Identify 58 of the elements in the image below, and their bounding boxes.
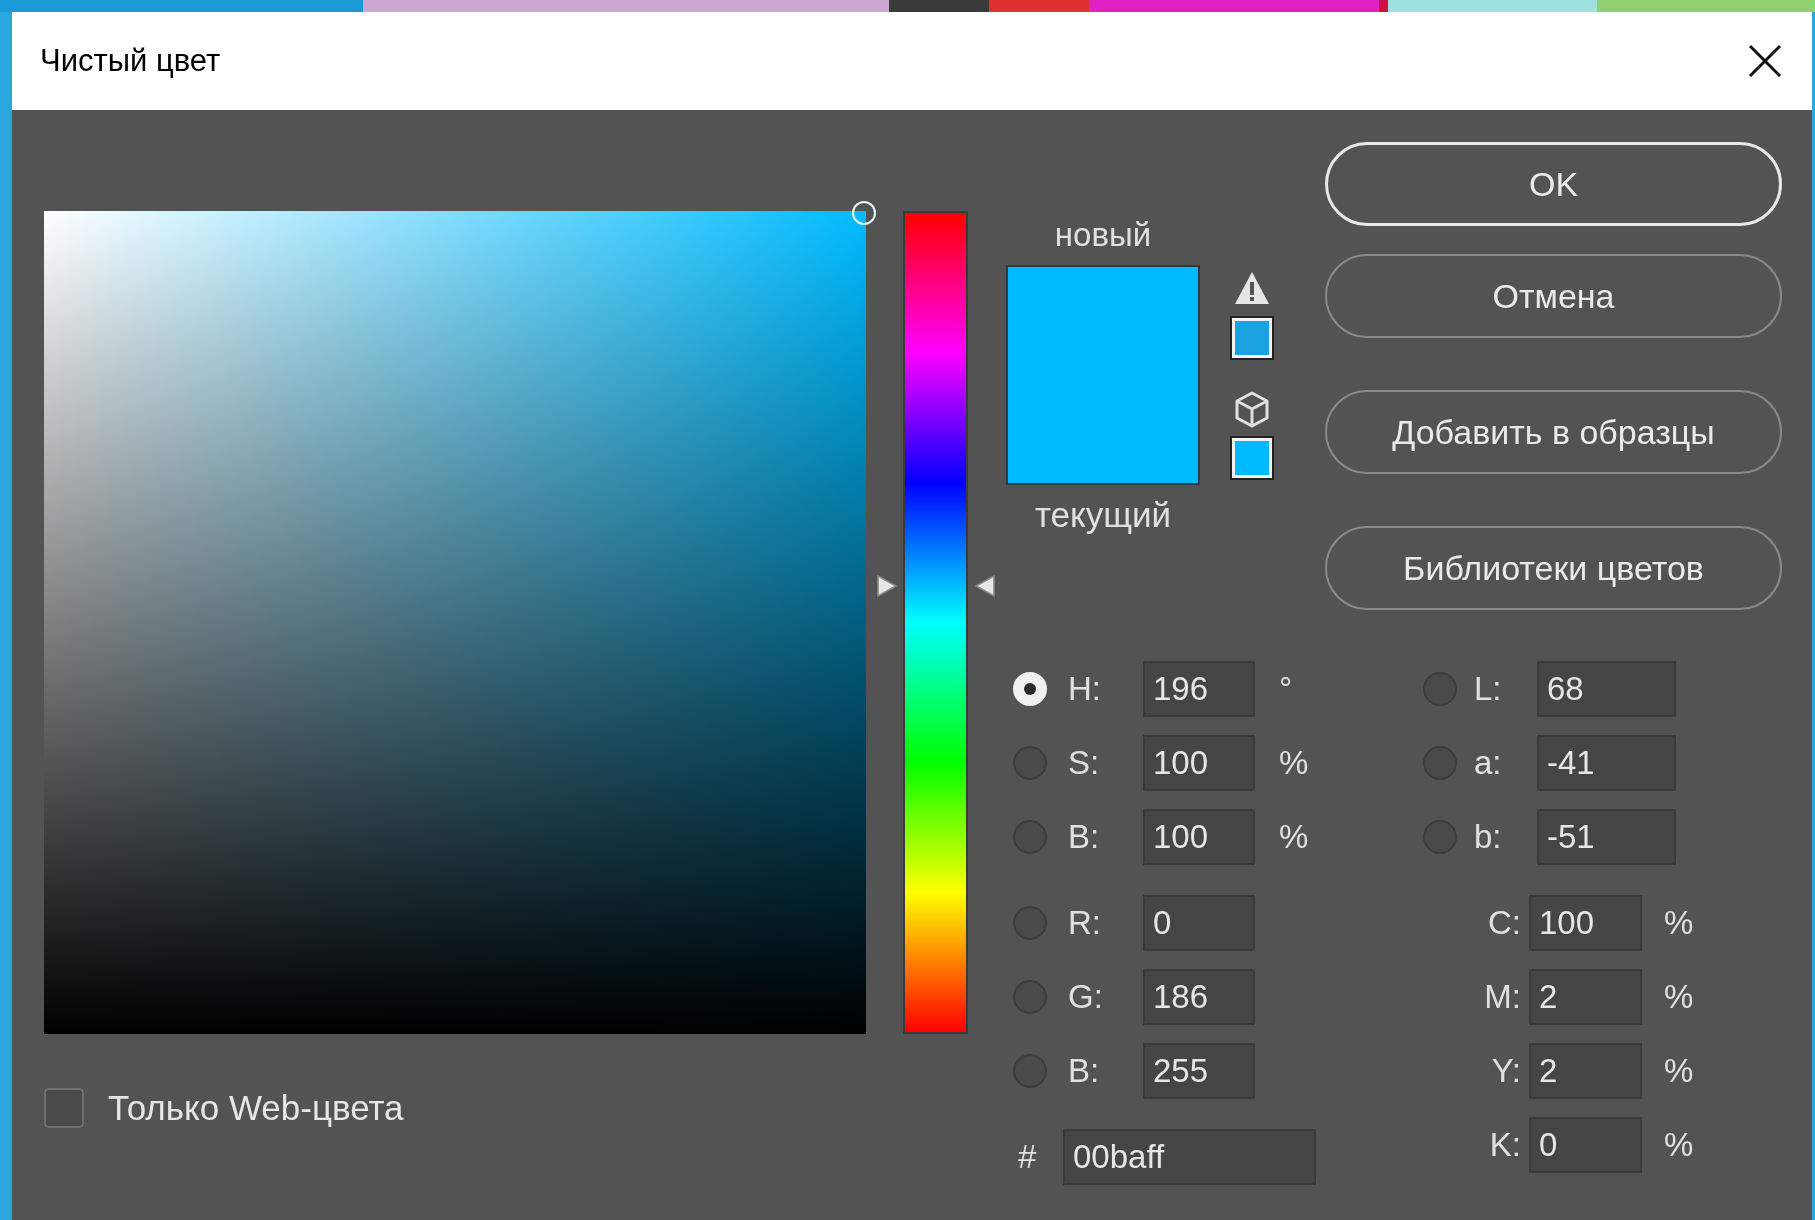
number-field[interactable]: 2 [1529, 1043, 1642, 1099]
dialog-button[interactable]: Библиотеки цветов [1325, 526, 1782, 610]
field-label: R: [1067, 903, 1102, 944]
number-field[interactable]: 00baff [1063, 1129, 1316, 1185]
number-field[interactable]: 0 [1143, 895, 1255, 951]
gamut-swatch[interactable] [1232, 318, 1272, 358]
unit-label: ° [1279, 669, 1293, 710]
checkbox-label: Только Web-цвета [108, 1087, 404, 1129]
field-label: M: [1484, 977, 1521, 1018]
unit-label: % [1664, 1051, 1694, 1092]
number-field[interactable]: 2 [1529, 969, 1642, 1025]
number-field[interactable]: 196 [1143, 661, 1255, 717]
radio-button[interactable] [1013, 980, 1047, 1014]
unit-label: % [1664, 1125, 1694, 1166]
number-field[interactable]: 255 [1143, 1043, 1255, 1099]
field-label: B: [1067, 817, 1101, 858]
field-label: b: [1473, 817, 1503, 858]
cube-icon[interactable] [1234, 390, 1270, 428]
checkbox[interactable] [44, 1088, 84, 1129]
picker-marker-icon[interactable] [852, 201, 876, 225]
window-title: Чистый цвет [40, 41, 221, 80]
hue-slider-track[interactable] [903, 211, 968, 1034]
unit-label: % [1664, 903, 1694, 944]
field-label: C: [1488, 903, 1521, 944]
number-field[interactable]: 186 [1143, 969, 1255, 1025]
number-field[interactable]: 100 [1529, 895, 1642, 951]
unit-label: % [1279, 743, 1309, 784]
dialog-button[interactable]: Добавить в образцы [1325, 390, 1782, 474]
number-field[interactable]: -41 [1537, 735, 1676, 791]
hex-label: # [1017, 1137, 1038, 1178]
field-label: a: [1473, 743, 1503, 784]
unit-label: % [1664, 977, 1694, 1018]
web-swatch[interactable] [1232, 438, 1272, 478]
close-icon[interactable] [1748, 44, 1782, 78]
field-label: H: [1067, 669, 1102, 710]
number-field[interactable]: 100 [1143, 809, 1255, 865]
hue-slider-handle[interactable] [876, 574, 996, 599]
current-color-label: текущий [1034, 495, 1172, 535]
field-label: K: [1489, 1125, 1521, 1166]
number-field[interactable]: 100 [1143, 735, 1255, 791]
number-field[interactable]: 68 [1537, 661, 1676, 717]
unit-label: % [1279, 817, 1309, 858]
field-label: G: [1067, 977, 1104, 1018]
radio-button[interactable] [1013, 1054, 1047, 1088]
radio-button[interactable] [1013, 906, 1047, 940]
field-label: Y: [1491, 1051, 1521, 1092]
number-field[interactable]: 0 [1529, 1117, 1642, 1173]
field-label: L: [1473, 669, 1503, 710]
dialog-button[interactable]: OK [1325, 142, 1782, 226]
color-field[interactable] [44, 211, 866, 1034]
field-label: S: [1067, 743, 1101, 784]
radio-button[interactable] [1013, 746, 1047, 780]
number-field[interactable]: -51 [1537, 809, 1676, 865]
warning-icon[interactable] [1233, 270, 1271, 306]
dialog-button[interactable]: Отмена [1325, 254, 1782, 338]
field-label: B: [1067, 1051, 1101, 1092]
radio-button[interactable] [1013, 820, 1047, 854]
new-color-label: новый [1054, 215, 1152, 255]
